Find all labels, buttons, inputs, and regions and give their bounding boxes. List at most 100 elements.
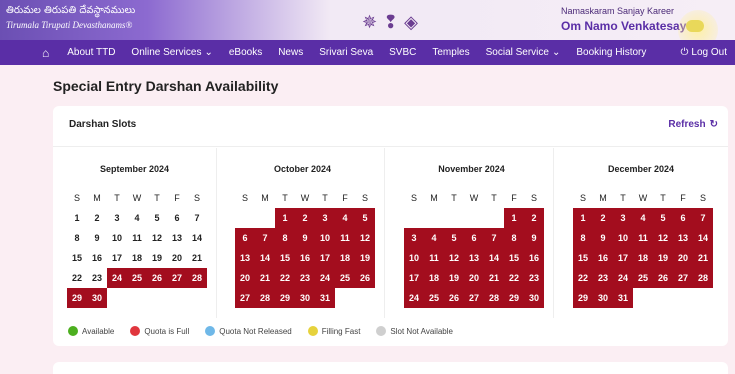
day-cell[interactable]: 23 xyxy=(593,268,613,288)
day-cell[interactable]: 1 xyxy=(67,208,87,228)
day-cell[interactable]: 31 xyxy=(315,288,335,308)
day-cell[interactable]: 12 xyxy=(147,228,167,248)
day-cell[interactable]: 8 xyxy=(504,228,524,248)
day-cell[interactable]: 23 xyxy=(87,268,107,288)
day-cell[interactable]: 18 xyxy=(335,248,355,268)
day-cell[interactable]: 26 xyxy=(444,288,464,308)
day-cell[interactable]: 30 xyxy=(87,288,107,308)
day-cell[interactable]: 9 xyxy=(593,228,613,248)
day-cell[interactable]: 14 xyxy=(187,228,207,248)
day-cell[interactable]: 17 xyxy=(613,248,633,268)
day-cell[interactable]: 15 xyxy=(67,248,87,268)
day-cell[interactable]: 13 xyxy=(464,248,484,268)
day-cell[interactable]: 20 xyxy=(673,248,693,268)
refresh-button[interactable]: Refresh ↻ xyxy=(668,119,718,130)
day-cell[interactable]: 1 xyxy=(504,208,524,228)
nav-srivari-seva[interactable]: Srivari Seva xyxy=(311,47,381,58)
day-cell[interactable]: 28 xyxy=(255,288,275,308)
day-cell[interactable]: 17 xyxy=(404,268,424,288)
day-cell[interactable]: 24 xyxy=(613,268,633,288)
day-cell[interactable]: 14 xyxy=(255,248,275,268)
day-cell[interactable]: 29 xyxy=(275,288,295,308)
day-cell[interactable]: 26 xyxy=(147,268,167,288)
nav-temples[interactable]: Temples xyxy=(424,47,477,58)
day-cell[interactable]: 20 xyxy=(464,268,484,288)
day-cell[interactable]: 22 xyxy=(573,268,593,288)
day-cell[interactable]: 25 xyxy=(424,288,444,308)
day-cell[interactable]: 6 xyxy=(464,228,484,248)
day-cell[interactable]: 21 xyxy=(484,268,504,288)
day-cell[interactable]: 4 xyxy=(633,208,653,228)
day-cell[interactable]: 4 xyxy=(127,208,147,228)
day-cell[interactable]: 2 xyxy=(295,208,315,228)
day-cell[interactable]: 22 xyxy=(275,268,295,288)
day-cell[interactable]: 24 xyxy=(315,268,335,288)
day-cell[interactable]: 15 xyxy=(573,248,593,268)
day-cell[interactable]: 16 xyxy=(295,248,315,268)
day-cell[interactable]: 31 xyxy=(613,288,633,308)
day-cell[interactable]: 30 xyxy=(524,288,544,308)
day-cell[interactable]: 21 xyxy=(693,248,713,268)
day-cell[interactable]: 2 xyxy=(524,208,544,228)
day-cell[interactable]: 12 xyxy=(653,228,673,248)
day-cell[interactable]: 29 xyxy=(67,288,87,308)
day-cell[interactable]: 16 xyxy=(87,248,107,268)
day-cell[interactable]: 20 xyxy=(167,248,187,268)
day-cell[interactable]: 5 xyxy=(147,208,167,228)
day-cell[interactable]: 25 xyxy=(127,268,147,288)
day-cell[interactable]: 16 xyxy=(524,248,544,268)
day-cell[interactable]: 28 xyxy=(693,268,713,288)
ttd-logo-text[interactable]: తిరుమల తిరుపతి దేవస్థానములు Tirumala Tir… xyxy=(6,4,135,30)
home-icon[interactable]: ⌂ xyxy=(0,46,59,60)
day-cell[interactable]: 18 xyxy=(424,268,444,288)
day-cell[interactable]: 7 xyxy=(484,228,504,248)
day-cell[interactable]: 27 xyxy=(673,268,693,288)
day-cell[interactable]: 24 xyxy=(404,288,424,308)
day-cell[interactable]: 5 xyxy=(355,208,375,228)
day-cell[interactable]: 7 xyxy=(187,208,207,228)
day-cell[interactable]: 25 xyxy=(335,268,355,288)
day-cell[interactable]: 19 xyxy=(355,248,375,268)
nav-news[interactable]: News xyxy=(270,47,311,58)
day-cell[interactable]: 29 xyxy=(504,288,524,308)
day-cell[interactable]: 20 xyxy=(235,268,255,288)
day-cell[interactable]: 5 xyxy=(653,208,673,228)
day-cell[interactable]: 24 xyxy=(107,268,127,288)
day-cell[interactable]: 11 xyxy=(335,228,355,248)
day-cell[interactable]: 19 xyxy=(653,248,673,268)
logout-button[interactable]: ⏻ Log Out xyxy=(672,47,735,58)
day-cell[interactable]: 13 xyxy=(235,248,255,268)
day-cell[interactable]: 9 xyxy=(87,228,107,248)
day-cell[interactable]: 26 xyxy=(653,268,673,288)
day-cell[interactable]: 11 xyxy=(633,228,653,248)
day-cell[interactable]: 13 xyxy=(167,228,187,248)
day-cell[interactable]: 19 xyxy=(147,248,167,268)
day-cell[interactable]: 12 xyxy=(444,248,464,268)
day-cell[interactable]: 27 xyxy=(235,288,255,308)
day-cell[interactable]: 23 xyxy=(524,268,544,288)
nav-online-services[interactable]: Online Services ⌄ xyxy=(123,47,220,58)
day-cell[interactable]: 22 xyxy=(504,268,524,288)
day-cell[interactable]: 5 xyxy=(444,228,464,248)
day-cell[interactable]: 6 xyxy=(235,228,255,248)
day-cell[interactable]: 2 xyxy=(87,208,107,228)
day-cell[interactable]: 2 xyxy=(593,208,613,228)
day-cell[interactable]: 10 xyxy=(613,228,633,248)
day-cell[interactable]: 30 xyxy=(295,288,315,308)
day-cell[interactable]: 9 xyxy=(524,228,544,248)
day-cell[interactable]: 6 xyxy=(673,208,693,228)
day-cell[interactable]: 3 xyxy=(613,208,633,228)
day-cell[interactable]: 29 xyxy=(573,288,593,308)
day-cell[interactable]: 3 xyxy=(404,228,424,248)
day-cell[interactable]: 16 xyxy=(593,248,613,268)
day-cell[interactable]: 17 xyxy=(315,248,335,268)
day-cell[interactable]: 27 xyxy=(464,288,484,308)
day-cell[interactable]: 9 xyxy=(295,228,315,248)
day-cell[interactable]: 23 xyxy=(295,268,315,288)
nav-social-service[interactable]: Social Service ⌄ xyxy=(478,47,569,58)
day-cell[interactable]: 21 xyxy=(255,268,275,288)
day-cell[interactable]: 22 xyxy=(67,268,87,288)
day-cell[interactable]: 1 xyxy=(573,208,593,228)
day-cell[interactable]: 4 xyxy=(335,208,355,228)
day-cell[interactable]: 27 xyxy=(167,268,187,288)
